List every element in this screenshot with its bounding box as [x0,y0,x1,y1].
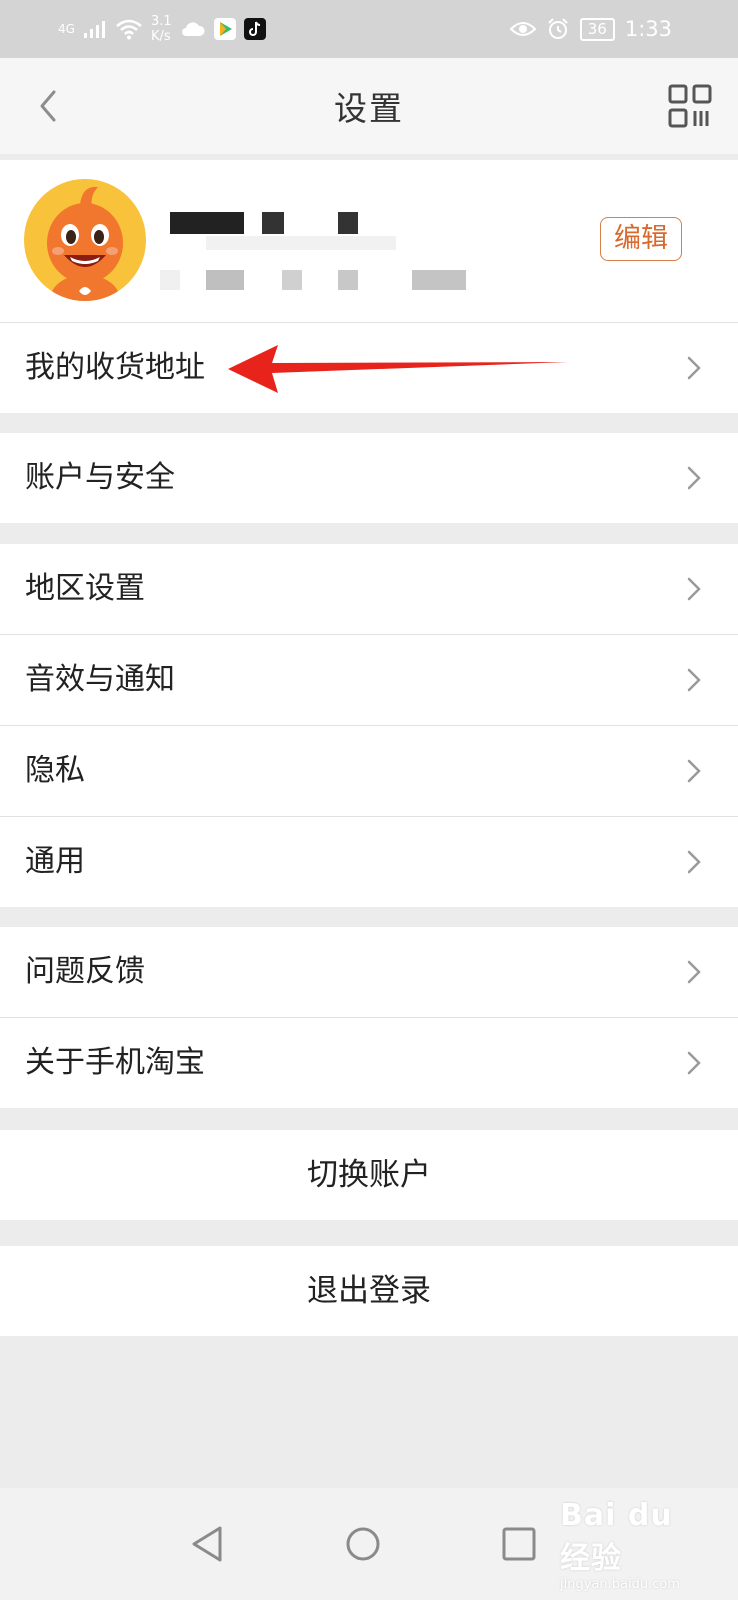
mascot-avatar-icon [47,186,123,301]
settings-item-general[interactable]: 通用 [0,817,738,907]
settings-item-feedback[interactable]: 问题反馈 [0,927,738,1018]
chevron-right-icon [687,1051,701,1075]
settings-item-region[interactable]: 地区设置 [0,544,738,635]
settings-item-label: 隐私 [25,753,85,788]
settings-item-sound-notification[interactable]: 音效与通知 [0,635,738,726]
settings-item-account-security[interactable]: 账户与安全 [0,433,738,523]
settings-group-account: 账户与安全 [0,433,738,523]
settings-item-about[interactable]: 关于手机淘宝 [0,1018,738,1108]
chevron-right-icon [687,356,701,380]
chevron-right-icon [687,759,701,783]
edit-profile-button[interactable]: 编辑 [600,217,682,261]
chevron-right-icon [687,668,701,692]
battery-indicator: 36 [579,17,615,41]
settings-item-label: 关于手机淘宝 [25,1045,205,1080]
recents-square-icon[interactable] [497,1522,541,1566]
watermark-sub: jingyan.baidu.com [560,1577,680,1592]
network-type: 4G [58,21,75,36]
chevron-right-icon [687,577,701,601]
nav-bar: 设置 [0,58,738,154]
settings-item-privacy[interactable]: 隐私 [0,726,738,817]
page-title: 设置 [334,89,404,128]
settings-item-label: 地区设置 [25,571,145,606]
settings-item-label: 问题反馈 [25,954,145,989]
switch-account-button[interactable]: 切换账户 [0,1130,738,1220]
eye-icon [509,22,536,36]
watermark-main: Bai du 经验 [560,1498,673,1576]
chevron-right-icon [687,466,701,490]
wifi-icon [116,19,142,40]
baidu-watermark: Bai du 经验 jingyan.baidu.com [560,1498,710,1592]
profile-card[interactable]: 编辑 [0,160,738,322]
cloud-icon [181,22,205,36]
clock: 1:33 [624,17,672,41]
settings-item-label: 账户与安全 [25,460,175,495]
back-triangle-icon[interactable] [186,1522,230,1566]
chevron-right-icon [687,850,701,874]
status-bar: 4G 3.1 K/s 36 1:33 [0,0,738,58]
avatar[interactable] [24,179,146,301]
video-app-icon [213,18,236,40]
network-speed: 3.1 K/s [150,14,172,44]
settings-item-label: 我的收货地址 [25,350,205,385]
logout-button[interactable]: 退出登录 [0,1246,738,1336]
signal-icon [83,21,105,38]
qr-code-icon[interactable] [668,84,712,128]
settings-item-label: 音效与通知 [25,662,175,697]
settings-group-about: 问题反馈 关于手机淘宝 [0,927,738,1108]
settings-item-label: 通用 [25,844,85,879]
chevron-right-icon [687,960,701,984]
annotation-arrow [228,345,568,393]
alarm-icon [548,18,568,39]
home-circle-icon[interactable] [341,1522,385,1566]
tiktok-icon [243,18,266,40]
settings-group-general: 地区设置 音效与通知 隐私 通用 [0,544,738,907]
